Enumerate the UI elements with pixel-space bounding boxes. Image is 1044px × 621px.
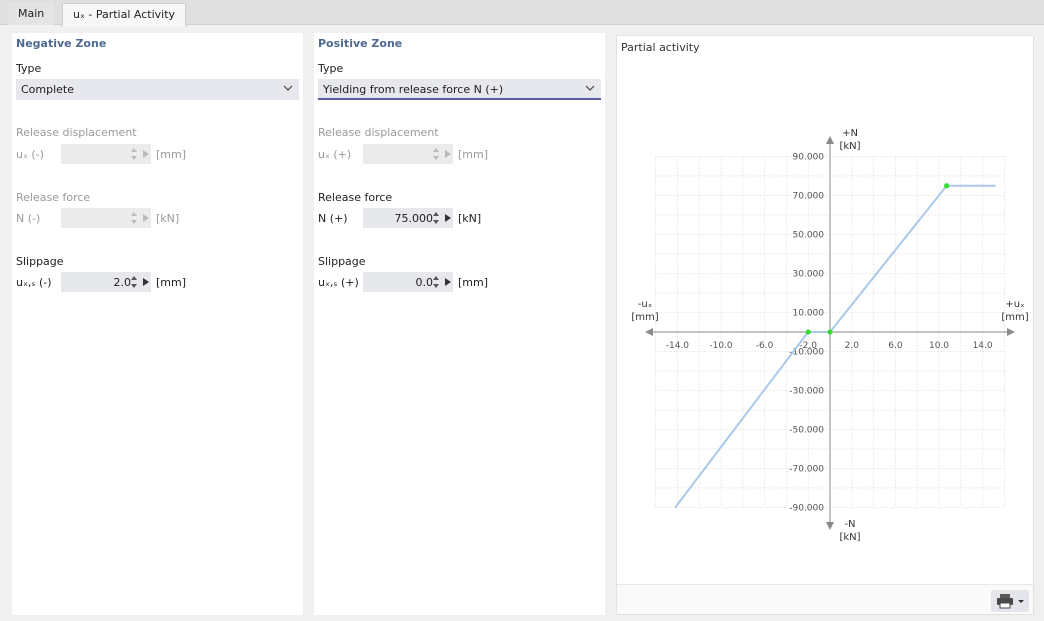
negative-release-displacement-symbol: uₓ (-) [16,148,44,161]
positive-release-force-label: Release force [318,191,393,204]
tab-main[interactable]: Main [8,3,55,25]
spin-arrows-icon [131,212,137,224]
negative-release-force-symbol: N (-) [16,212,41,225]
negative-zone-title: Negative Zone [16,37,107,50]
chevron-down-icon [585,85,595,91]
tab-partial-activity[interactable]: uₓ - Partial Activity [62,3,187,26]
spin-arrows-icon[interactable] [433,275,439,289]
positive-release-force-spinner[interactable]: 75.000 [363,208,453,228]
data-point [827,329,833,335]
x-tick-label: -10.0 [709,341,733,351]
chart-footer [617,584,1033,614]
positive-zone-panel: Positive Zone Type Yielding from release… [314,33,605,615]
chart-panel: Partial activity -14.0 -10.0 -6.0 -2.0 2.0 6.… [616,35,1034,615]
negative-type-label: Type [16,62,42,75]
negative-slippage-value: 2.0 [113,276,132,289]
y-tick-label: 30.000 [793,270,825,280]
y-axis-arrow-up [826,136,834,144]
positive-slippage-value: 0.0 [415,276,434,289]
y-tick-label: -50.000 [789,426,824,436]
x-tick-label: 6.0 [888,341,903,351]
y-tick-label: -70.000 [789,465,824,475]
positive-release-displacement-symbol: uₓ (+) [318,148,352,161]
x-tick-label: 14.0 [973,341,993,351]
negative-slippage-symbol: uₓ,ₛ (-) [16,276,52,289]
play-icon[interactable] [445,214,451,222]
positive-slippage-spinner[interactable]: 0.0 [363,272,453,292]
data-point [944,183,950,189]
print-button[interactable] [991,590,1029,612]
negative-release-displacement-spinner [61,144,151,164]
positive-type-label: Type [318,62,344,75]
positive-release-displacement-unit: [mm] [458,148,489,161]
y-tick-label: 90.000 [793,153,825,163]
play-icon [143,150,149,158]
negative-release-force-spinner [61,208,151,228]
positive-release-displacement-label: Release displacement [318,126,439,139]
y-neg-axis-label: -N [844,519,855,530]
positive-slippage-label: Slippage [318,255,366,268]
partial-activity-chart: -14.0 -10.0 -6.0 -2.0 2.0 6.0 10.0 14.090.00070… [631,128,1028,543]
positive-release-displacement-spinner [363,144,453,164]
y-neg-axis-unit: [kN] [839,532,860,543]
y-tick-label: -30.000 [789,387,824,397]
y-pos-axis-label: +N [842,128,858,139]
negative-slippage-unit: [mm] [156,276,187,289]
negative-slippage-spinner[interactable]: 2.0 [61,272,151,292]
x-neg-axis-label: -uₓ [638,299,652,310]
negative-release-force-label: Release force [16,191,91,204]
data-point [805,329,811,335]
y-pos-axis-unit: [kN] [839,141,860,152]
negative-slippage-label: Slippage [16,255,64,268]
x-neg-axis-unit: [mm] [631,312,658,323]
spin-arrows-icon[interactable] [131,275,137,289]
y-tick-label: -90.000 [789,504,824,514]
positive-slippage-symbol: uₓ,ₛ (+) [318,276,359,289]
y-tick-label: 10.000 [793,309,825,319]
negative-zone-panel: Negative Zone Type Complete Release disp… [12,33,303,615]
x-tick-label: 10.0 [929,341,949,351]
play-icon [445,150,451,158]
positive-release-force-value: 75.000 [394,212,434,225]
x-axis-arrow-right [1007,328,1015,336]
negative-release-displacement-unit: [mm] [156,148,187,161]
positive-type-value: Yielding from release force N (+) [323,83,504,96]
positive-slippage-unit: [mm] [458,276,489,289]
x-pos-axis-label: +uₓ [1005,299,1024,310]
spin-arrows-icon[interactable] [433,211,439,225]
x-axis-arrow-left [645,328,653,336]
positive-release-force-symbol: N (+) [318,212,348,225]
x-tick-label: -6.0 [756,341,774,351]
play-icon[interactable] [445,278,451,286]
spin-arrows-icon [131,148,137,160]
play-icon[interactable] [143,278,149,286]
negative-type-value: Complete [21,83,75,96]
positive-type-dropdown[interactable]: Yielding from release force N (+) [318,79,601,100]
tab-bar: Main uₓ - Partial Activity [0,0,1044,26]
x-tick-label: 2.0 [845,341,860,351]
y-tick-label: 70.000 [793,192,825,202]
chevron-down-icon [283,85,293,91]
negative-type-dropdown[interactable]: Complete [16,79,299,100]
x-tick-label: -14.0 [666,341,690,351]
negative-release-force-unit: [kN] [156,212,180,225]
y-axis-arrow-down [826,522,834,530]
y-tick-label: 50.000 [793,231,825,241]
spin-arrows-icon [433,148,439,160]
x-pos-axis-unit: [mm] [1001,312,1028,323]
positive-release-force-unit: [kN] [458,212,482,225]
play-icon [143,214,149,222]
negative-release-displacement-label: Release displacement [16,126,137,139]
positive-zone-title: Positive Zone [318,37,403,50]
printer-icon [997,594,1024,609]
